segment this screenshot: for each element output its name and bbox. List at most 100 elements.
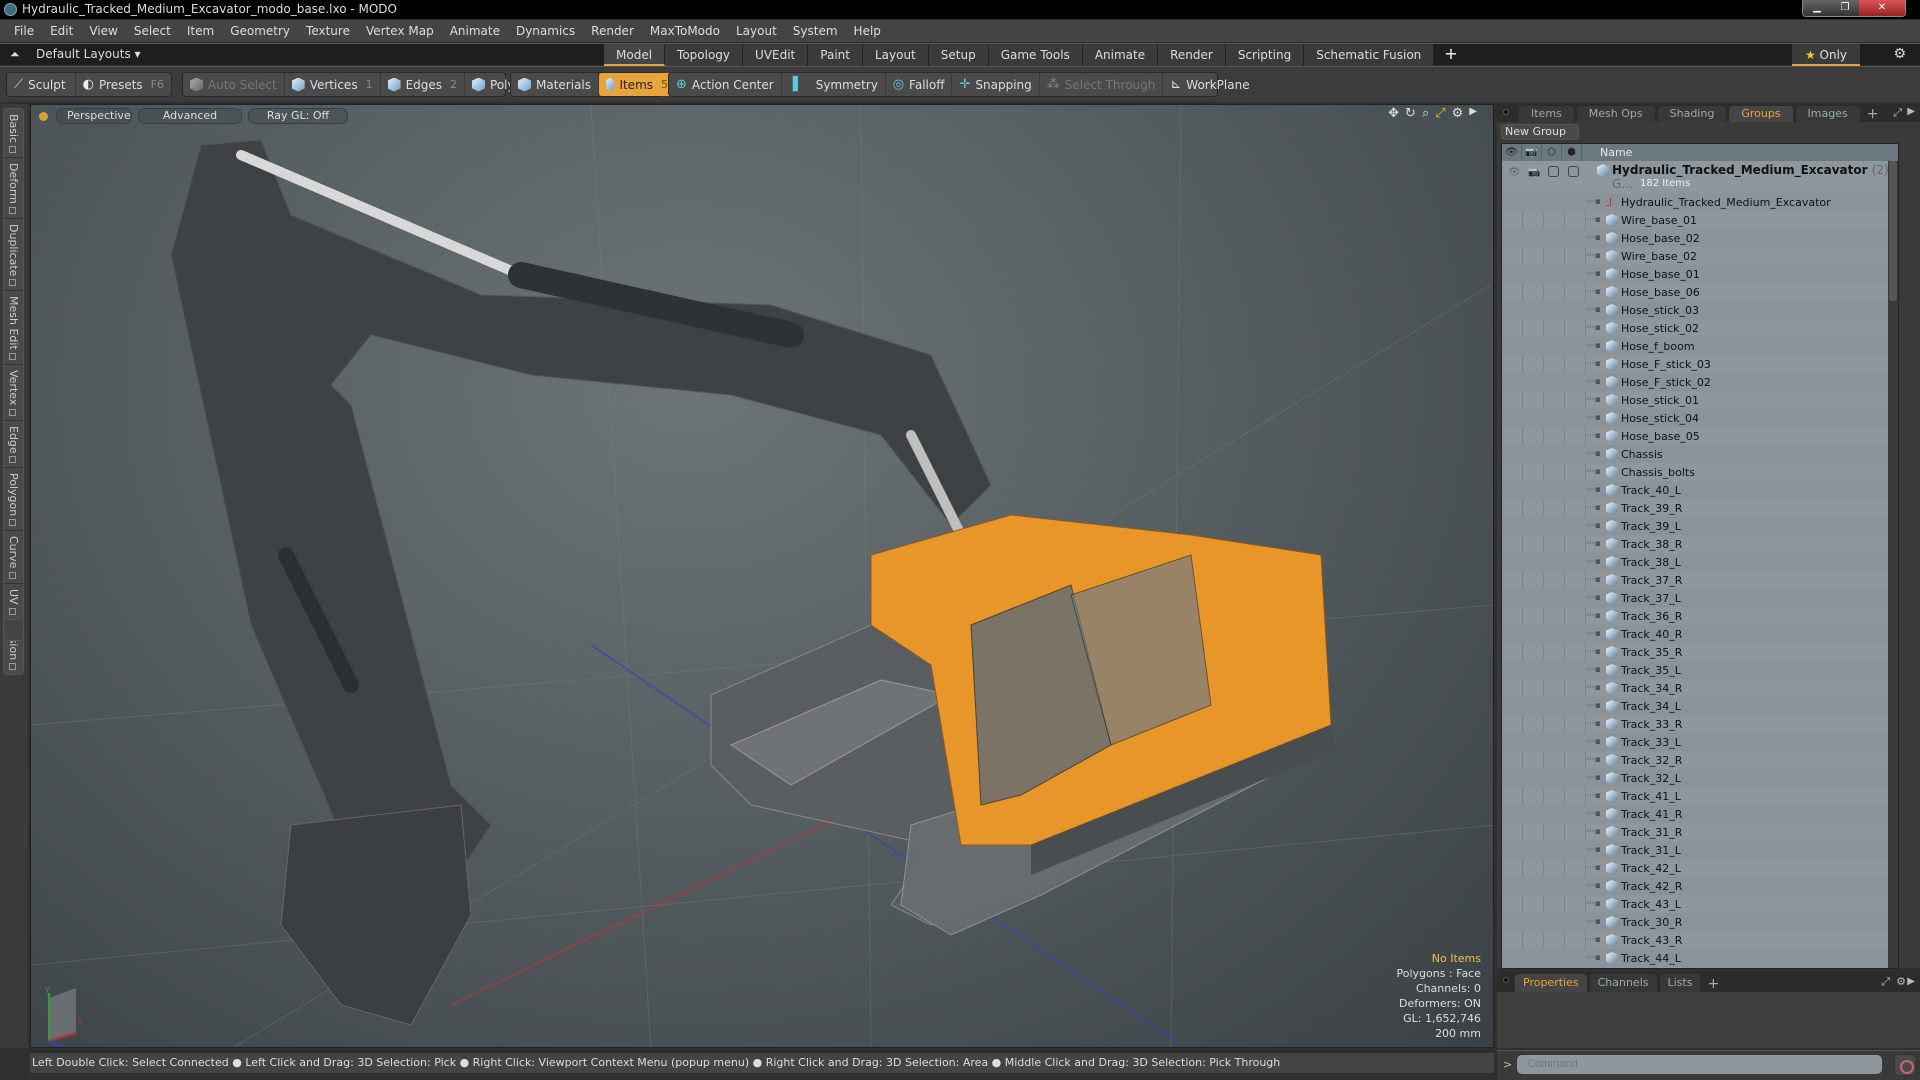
- restore-button[interactable]: ❐: [1831, 0, 1859, 16]
- perspective-dropdown[interactable]: Perspective: [56, 108, 132, 124]
- list-item[interactable]: ···▪ Wire_base_01: [1502, 211, 1898, 229]
- list-item[interactable]: ···▪ Hose_base_05: [1502, 427, 1898, 445]
- tab-layout[interactable]: Layout: [862, 44, 929, 66]
- props-gear-icon[interactable]: ⚙: [1896, 975, 1906, 988]
- group-render-camera-icon[interactable]: 📷: [1528, 167, 1540, 178]
- vertices-button[interactable]: Vertices 1: [285, 73, 381, 96]
- expand-props-icon[interactable]: ⤢: [1881, 975, 1890, 989]
- pan-icon[interactable]: ✥: [1388, 106, 1399, 121]
- list-item[interactable]: ···▪ Track_33_R: [1502, 715, 1898, 733]
- list-item[interactable]: ···▪ Hose_stick_01: [1502, 391, 1898, 409]
- menu-edit[interactable]: Edit: [42, 24, 81, 38]
- list-item[interactable]: ···▪ Track_30_R: [1502, 913, 1898, 931]
- group-visibility-eye-icon[interactable]: 👁: [1508, 167, 1521, 178]
- vtab-basic[interactable]: Basic: [4, 109, 23, 159]
- presets-button[interactable]: ◐ Presets F6: [76, 73, 171, 96]
- list-item[interactable]: ···▪ Track_40_L: [1502, 481, 1898, 499]
- vtab-polygon[interactable]: Polygon: [4, 468, 23, 532]
- list-item[interactable]: ···▪ Track_42_L: [1502, 859, 1898, 877]
- workplane-button[interactable]: ⊾ WorkPlane: [1163, 73, 1256, 96]
- vtab-curve[interactable]: Curve: [4, 531, 23, 584]
- symmetry-button[interactable]: ▐ Symmetry: [782, 73, 886, 96]
- menu-item[interactable]: Item: [179, 24, 222, 38]
- select-through-button[interactable]: ⁂ Select Through: [1040, 73, 1164, 96]
- list-item[interactable]: ···▪ Hose_base_01: [1502, 265, 1898, 283]
- rotate-icon[interactable]: ↻: [1405, 106, 1416, 121]
- vtab-deform[interactable]: Deform: [4, 158, 23, 220]
- tab-topology[interactable]: Topology: [665, 44, 744, 66]
- render-column-camera-icon[interactable]: 📷: [1522, 144, 1542, 161]
- panel-more-arrow-icon[interactable]: ▶: [1907, 106, 1915, 117]
- default-layouts-dropdown[interactable]: ⏶ Default Layouts ▾: [10, 47, 141, 62]
- sculpt-button[interactable]: ⟋ Sculpt: [7, 73, 76, 96]
- tab-render[interactable]: Render: [1158, 44, 1226, 66]
- list-item[interactable]: ···▪ Track_34_R: [1502, 679, 1898, 697]
- zoom-icon[interactable]: ⌕: [1422, 106, 1429, 121]
- list-item[interactable]: ···▪ Track_35_R: [1502, 643, 1898, 661]
- layout-up-arrow-icon[interactable]: ⏶: [10, 47, 24, 62]
- menu-system[interactable]: System: [785, 24, 846, 38]
- menu-maxtomodo[interactable]: MaxToModo: [642, 24, 728, 38]
- add-props-tab-button[interactable]: +: [1703, 976, 1723, 992]
- action-center-button[interactable]: ⊕ Action Center: [669, 73, 782, 96]
- viewport-more-arrow-icon[interactable]: ▶: [1469, 106, 1477, 121]
- menu-geometry[interactable]: Geometry: [222, 24, 298, 38]
- close-button[interactable]: ✕: [1859, 0, 1905, 16]
- vtab-edge[interactable]: Edge: [4, 421, 23, 469]
- list-item[interactable]: ···▪ Hose_base_02: [1502, 229, 1898, 247]
- group-lock-toggle[interactable]: [1548, 166, 1559, 177]
- tab-uvedit[interactable]: UVEdit: [743, 44, 809, 66]
- tab-setup[interactable]: Setup: [928, 44, 989, 66]
- list-item[interactable]: ···▪ Hose_base_06: [1502, 283, 1898, 301]
- menu-file[interactable]: File: [6, 24, 42, 38]
- list-item[interactable]: ···▪ Track_40_R: [1502, 625, 1898, 643]
- list-item[interactable]: ···▪ Track_41_L: [1502, 787, 1898, 805]
- list-item[interactable]: ···▪ Track_42_R: [1502, 877, 1898, 895]
- list-item[interactable]: ···▪ Track_38_L: [1502, 553, 1898, 571]
- list-item[interactable]: ···▪ ⅃ Hydraulic_Tracked_Medium_Excavator: [1502, 193, 1898, 211]
- list-item[interactable]: ···▪ Hose_f_boom: [1502, 337, 1898, 355]
- name-column-header[interactable]: Name: [1582, 146, 1632, 159]
- group-select-toggle[interactable]: [1568, 166, 1579, 177]
- toolbox-toggle-button[interactable]: [3, 619, 24, 641]
- snapping-button[interactable]: ✛ Snapping: [952, 73, 1040, 96]
- menu-texture[interactable]: Texture: [298, 24, 358, 38]
- list-item[interactable]: ···▪ Track_43_R: [1502, 931, 1898, 949]
- list-item[interactable]: ···▪ Wire_base_02: [1502, 247, 1898, 265]
- list-item[interactable]: ···▪ Chassis_bolts: [1502, 463, 1898, 481]
- scrollbar-thumb[interactable]: [1889, 161, 1897, 301]
- list-item[interactable]: ···▪ Track_38_R: [1502, 535, 1898, 553]
- vtab-mesh-edit[interactable]: Mesh Edit: [4, 291, 23, 366]
- edges-button[interactable]: Edges 2: [381, 73, 466, 96]
- menu-dynamics[interactable]: Dynamics: [508, 24, 583, 38]
- shading-dropdown[interactable]: Advanced: [138, 108, 242, 124]
- viewport-settings-gear-icon[interactable]: ⚙: [1452, 106, 1464, 121]
- vtab-duplicate[interactable]: Duplicate: [4, 219, 23, 292]
- select-column-cube-icon[interactable]: ⬢: [1562, 144, 1582, 161]
- visibility-column-eye-icon[interactable]: 👁: [1502, 144, 1522, 161]
- list-item[interactable]: ···▪ Track_37_R: [1502, 571, 1898, 589]
- props-more-arrow-icon[interactable]: ▶: [1907, 976, 1915, 987]
- list-item[interactable]: ···▪ Track_36_R: [1502, 607, 1898, 625]
- 3d-viewport[interactable]: Y X Perspective Advanced Ray GL: Off ✥ ↻…: [30, 104, 1494, 1048]
- record-macro-button[interactable]: [1894, 1054, 1916, 1076]
- menu-help[interactable]: Help: [846, 24, 889, 38]
- viewport-menu-dot-icon[interactable]: [39, 111, 48, 121]
- list-item[interactable]: ···▪ Chassis: [1502, 445, 1898, 463]
- groups-scrollbar[interactable]: [1888, 161, 1898, 968]
- list-item[interactable]: ···▪ Track_37_L: [1502, 589, 1898, 607]
- items-button[interactable]: Items 5: [599, 73, 676, 96]
- raygl-toggle[interactable]: Ray GL: Off: [248, 108, 348, 124]
- tab-animate[interactable]: Animate: [1082, 44, 1159, 66]
- new-group-button[interactable]: New Group: [1501, 124, 1579, 140]
- tab-paint[interactable]: Paint: [808, 44, 863, 66]
- minimize-button[interactable]: ▁: [1803, 0, 1831, 16]
- add-panel-tab-button[interactable]: +: [1863, 106, 1883, 122]
- menu-render[interactable]: Render: [583, 24, 642, 38]
- menu-animate[interactable]: Animate: [442, 24, 508, 38]
- panel-menu-dot-icon[interactable]: [1503, 109, 1509, 115]
- tab-properties[interactable]: Properties: [1515, 974, 1587, 992]
- list-item[interactable]: ···▪ Track_31_L: [1502, 841, 1898, 859]
- list-item[interactable]: ···▪ Track_34_L: [1502, 697, 1898, 715]
- tab-images[interactable]: Images: [1795, 106, 1860, 122]
